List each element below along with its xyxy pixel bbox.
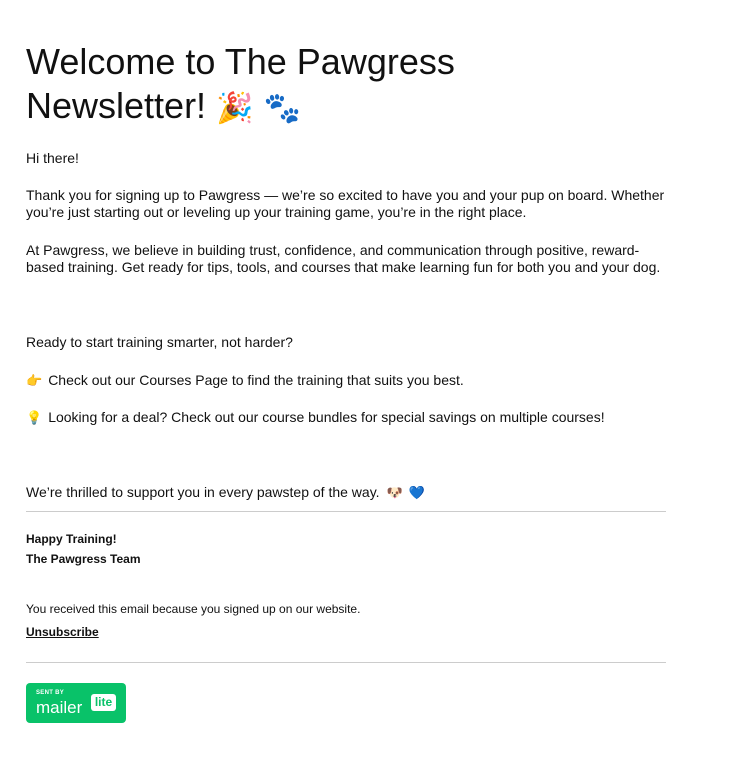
- blue-heart-icon: 💙: [408, 486, 425, 501]
- signoff-happy-training: Happy Training!: [26, 532, 117, 546]
- courses-line: 👉 Check out our Courses Page to find the …: [26, 372, 676, 390]
- courses-text: Check out our Courses Page to find the t…: [48, 372, 464, 388]
- badge-lite: lite: [91, 694, 116, 711]
- title-line-2: Newsletter!: [26, 85, 207, 126]
- mailerlite-badge[interactable]: SENT BY mailer lite: [26, 683, 126, 723]
- ready-text: Ready to start training smarter, not har…: [26, 334, 293, 350]
- unsubscribe-link[interactable]: Unsubscribe: [26, 625, 99, 639]
- greeting: Hi there!: [26, 150, 79, 166]
- intro-paragraph: Thank you for signing up to Pawgress — w…: [26, 187, 665, 220]
- thrilled-text: We’re thrilled to support you in every p…: [26, 484, 380, 500]
- pointing-hand-icon: 👉: [26, 374, 43, 389]
- title-line-1: Welcome to The Pawgress: [26, 41, 455, 82]
- divider: [26, 511, 666, 512]
- email-title: Welcome to The Pawgress Newsletter! 🎉 🐾: [26, 40, 586, 131]
- badge-mailer: mailer: [36, 698, 83, 717]
- party-popper-icon: 🎉: [216, 91, 254, 126]
- badge-sent-by: SENT BY: [36, 690, 65, 696]
- deal-text: Looking for a deal? Check out our course…: [48, 409, 605, 425]
- signoff-team: The Pawgress Team: [26, 552, 141, 566]
- about-paragraph: At Pawgress, we believe in building trus…: [26, 242, 661, 275]
- footer-note: You received this email because you sign…: [26, 602, 361, 616]
- paw-prints-icon: 🐾: [263, 91, 301, 126]
- deal-line: 💡 Looking for a deal? Check out our cours…: [26, 409, 676, 427]
- thrilled-line: We’re thrilled to support you in every p…: [26, 484, 676, 502]
- dog-face-icon: 🐶: [386, 486, 403, 501]
- light-bulb-icon: 💡: [26, 411, 43, 426]
- footer-divider: [26, 662, 666, 663]
